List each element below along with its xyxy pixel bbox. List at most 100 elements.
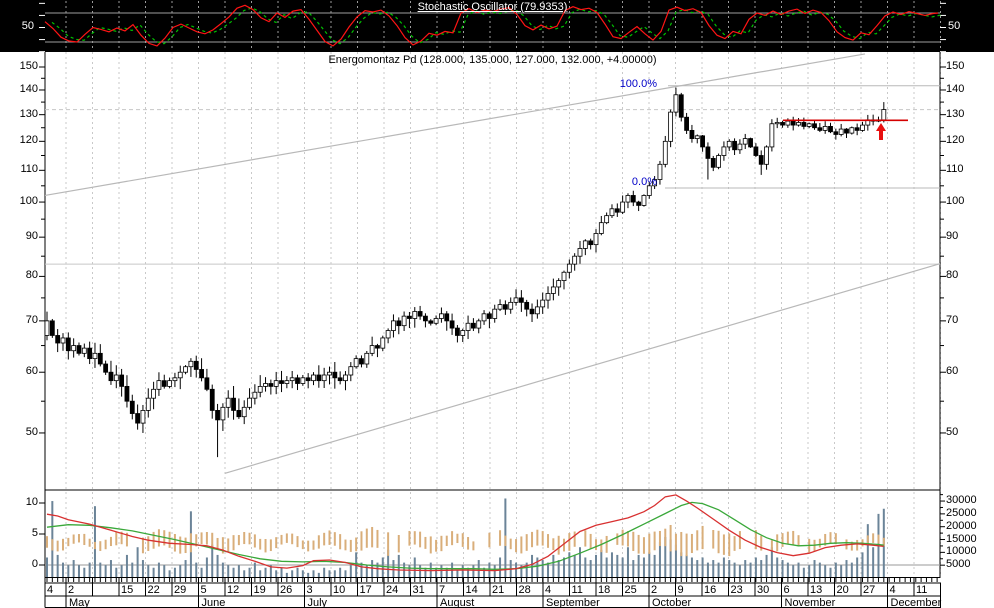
stochastic-axis-label-right: 50 xyxy=(948,20,961,32)
volume-bar xyxy=(248,567,251,577)
volume-bar xyxy=(216,554,219,577)
volume-bar xyxy=(280,567,283,577)
day-label: 11 xyxy=(916,583,928,596)
candle-body xyxy=(156,380,162,390)
candle-body xyxy=(439,313,444,319)
volume-bar xyxy=(621,557,624,577)
volume-bar xyxy=(264,567,267,577)
candle-body xyxy=(780,122,785,126)
candle-body xyxy=(113,374,119,382)
month-label: November xyxy=(784,596,836,608)
candle-body xyxy=(231,397,236,411)
price-axis-label-right: 130 xyxy=(946,107,965,120)
volume-bar xyxy=(781,560,784,577)
candle-body xyxy=(87,347,93,360)
candle-body xyxy=(284,380,290,384)
candle-body xyxy=(801,122,807,127)
volume-bar xyxy=(46,557,48,577)
volume-bar xyxy=(733,562,736,577)
candle-body xyxy=(449,320,455,329)
candle-body xyxy=(534,306,540,315)
candle-body xyxy=(337,377,343,382)
volume-bar xyxy=(557,560,560,577)
day-label: 24 xyxy=(386,583,399,596)
candle-body xyxy=(529,308,535,315)
day-label: 5 xyxy=(200,583,207,596)
day-label: 31 xyxy=(412,583,425,596)
volume-bar xyxy=(51,501,54,577)
day-label: 3 xyxy=(306,583,313,596)
candle-body xyxy=(412,311,418,319)
candle-body xyxy=(732,140,737,151)
volume-bar xyxy=(872,547,875,577)
candle-body xyxy=(316,374,322,382)
volume-bar xyxy=(856,557,859,577)
candle-body xyxy=(353,358,359,368)
candle-body xyxy=(774,122,780,125)
fib-100-label: 100.0% xyxy=(619,78,657,90)
price-axis-label-left: 60 xyxy=(25,365,38,378)
stochastic-axis-label-left: 50 xyxy=(21,20,34,32)
candle-body xyxy=(103,363,109,373)
candle-body xyxy=(108,371,114,382)
candle-body xyxy=(630,195,636,203)
volume-axis-label-right: 15000 xyxy=(946,532,977,545)
volume-bar xyxy=(104,565,107,577)
volume-bar xyxy=(749,562,752,577)
volume-bar xyxy=(600,549,603,577)
candle-body xyxy=(577,248,583,257)
volume-bar xyxy=(738,565,741,577)
volume-bar xyxy=(850,562,853,577)
candle-body xyxy=(428,320,434,324)
price-axis-label-left: 120 xyxy=(19,134,38,147)
volume-bar xyxy=(349,565,352,577)
candle-body xyxy=(391,320,396,331)
volume-bar xyxy=(818,562,821,577)
volume-bar xyxy=(802,567,805,577)
volume-bar xyxy=(120,565,123,577)
price-axis-label-right: 140 xyxy=(946,82,965,95)
volume-bar xyxy=(845,560,848,577)
candle-body xyxy=(119,374,125,387)
candle-body xyxy=(769,123,775,148)
chart-canvas[interactable] xyxy=(0,0,994,608)
candle-body xyxy=(497,304,503,310)
volume-bar xyxy=(515,562,518,577)
month-label: July xyxy=(307,596,328,608)
volume-bar xyxy=(642,557,645,577)
price-axis-label-right: 50 xyxy=(946,425,959,438)
day-label: 27 xyxy=(863,583,876,596)
price-axis-label-left: 70 xyxy=(25,313,38,326)
volume-bar xyxy=(658,542,661,577)
day-label: 30 xyxy=(757,583,770,596)
volume-green-line xyxy=(46,501,884,570)
volume-bar xyxy=(579,547,581,577)
volume-bar xyxy=(136,547,139,577)
candle-body xyxy=(188,360,194,368)
volume-axis-label-left: 10 xyxy=(25,496,38,508)
volume-bar xyxy=(610,552,613,577)
day-label: 9 xyxy=(677,583,684,596)
volume-bar xyxy=(760,560,763,577)
volume-bar xyxy=(456,570,459,577)
price-axis-label-left: 110 xyxy=(20,163,38,176)
candle-body xyxy=(790,120,796,126)
candle-body xyxy=(460,330,466,336)
volume-bar xyxy=(333,570,336,577)
candle-body xyxy=(673,94,679,113)
candle-body xyxy=(311,374,316,382)
candle-body xyxy=(209,388,215,411)
volume-bar xyxy=(653,554,656,577)
volume-bar xyxy=(163,565,166,577)
volume-bar xyxy=(61,562,64,577)
day-label: 21 xyxy=(492,583,505,596)
candle-body xyxy=(385,330,391,339)
candle-body xyxy=(177,371,183,379)
candle-body xyxy=(380,337,386,349)
candle-body xyxy=(817,127,823,131)
candle-body xyxy=(721,146,727,156)
volume-bar xyxy=(722,557,725,577)
candle-body xyxy=(236,410,242,418)
candle-body xyxy=(662,140,668,165)
volume-axis-label-right: 10000 xyxy=(946,545,977,558)
